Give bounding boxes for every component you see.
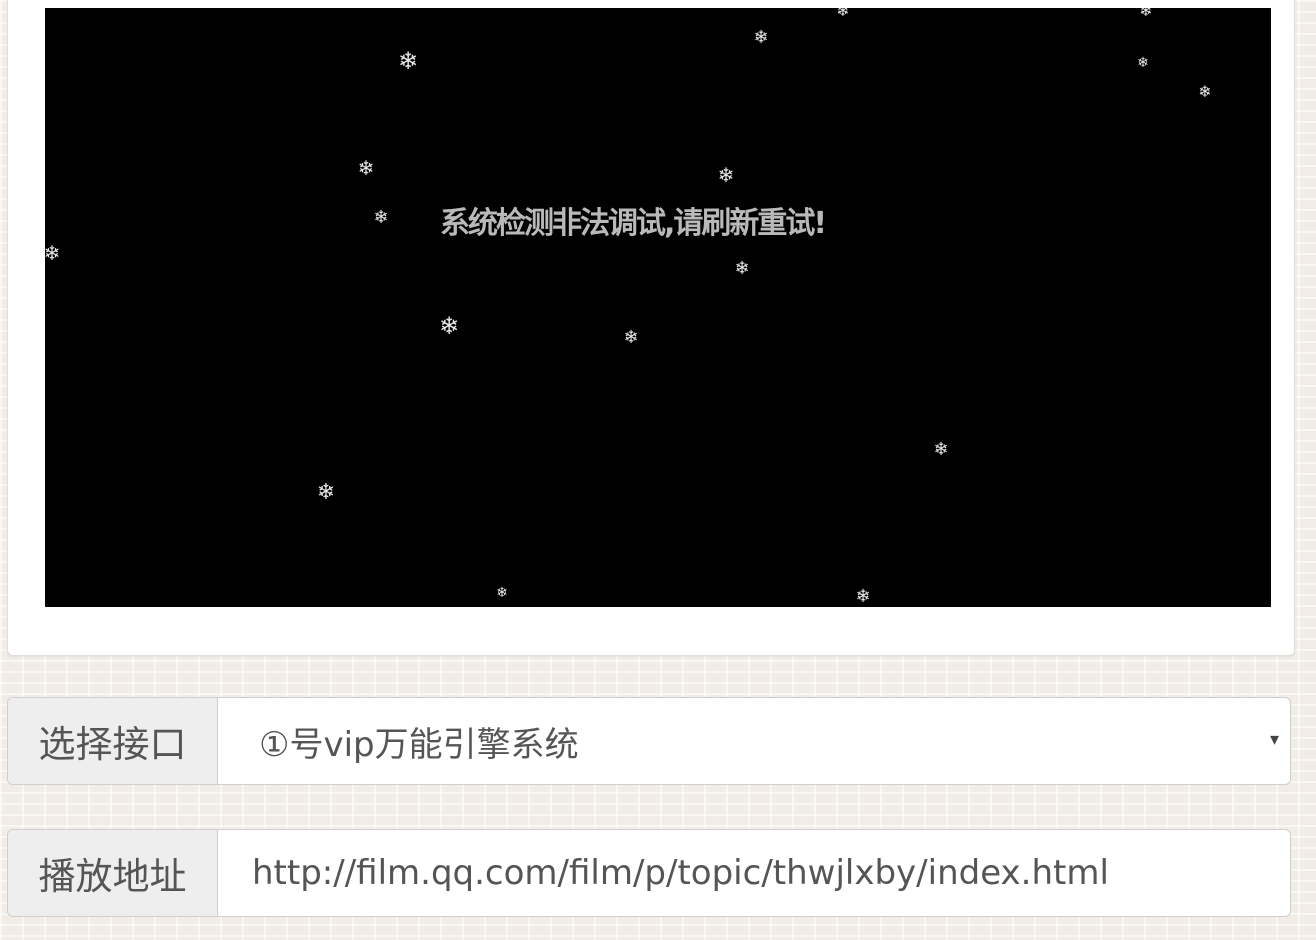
- play-url-input[interactable]: http://film.qq.com/film/p/topic/thwjlxby…: [218, 830, 1290, 916]
- snowflake-icon: ❄: [623, 327, 639, 348]
- play-url-value: http://film.qq.com/film/p/topic/thwjlxby…: [252, 853, 1109, 893]
- snowflake-icon: ❄: [397, 47, 419, 75]
- play-url-row: 播放地址 http://film.qq.com/film/p/topic/thw…: [7, 829, 1291, 917]
- snowflake-icon: ❄: [45, 241, 61, 265]
- snowflake-icon: ❄: [1137, 55, 1149, 71]
- snowflake-icon: ❄: [438, 312, 460, 340]
- api-select-value: ①号vip万能引擎系统: [259, 724, 579, 765]
- play-url-label: 播放地址: [8, 830, 218, 916]
- snowflake-icon: ❄: [1139, 8, 1153, 20]
- api-select-label: 选择接口: [8, 698, 218, 784]
- api-select[interactable]: ①号vip万能引擎系统 ▾: [218, 698, 1290, 784]
- snowflake-icon: ❄: [496, 585, 508, 601]
- snowflake-icon: ❄: [753, 27, 769, 48]
- snowflake-icon: ❄: [1198, 82, 1212, 101]
- api-select-row: 选择接口 ①号vip万能引擎系统 ▾: [7, 697, 1291, 785]
- snowflake-icon: ❄: [734, 258, 750, 279]
- player-card: 系统检测非法调试,请刷新重试! ❄ ❄ ❄ ❄ ❄ ❄ ❄ ❄ ❄ ❄ ❄ ❄ ❄ ❄ ❄ ❄ ❄: [7, 0, 1295, 656]
- snowflake-icon: ❄: [855, 586, 871, 607]
- snowflake-icon: ❄: [357, 156, 375, 180]
- snowflake-icon: ❄: [836, 8, 850, 20]
- snowflake-icon: ❄: [717, 163, 735, 187]
- snowflake-icon: ❄: [933, 439, 949, 460]
- snowflake-icon: ❄: [316, 480, 336, 505]
- snowflake-icon: ❄: [373, 207, 389, 228]
- player-error-message: 系统检测非法调试,请刷新重试!: [440, 206, 827, 241]
- caret-down-icon: ▾: [1269, 729, 1279, 750]
- video-player[interactable]: 系统检测非法调试,请刷新重试! ❄ ❄ ❄ ❄ ❄ ❄ ❄ ❄ ❄ ❄ ❄ ❄ ❄ ❄ ❄ ❄ ❄: [45, 8, 1271, 607]
